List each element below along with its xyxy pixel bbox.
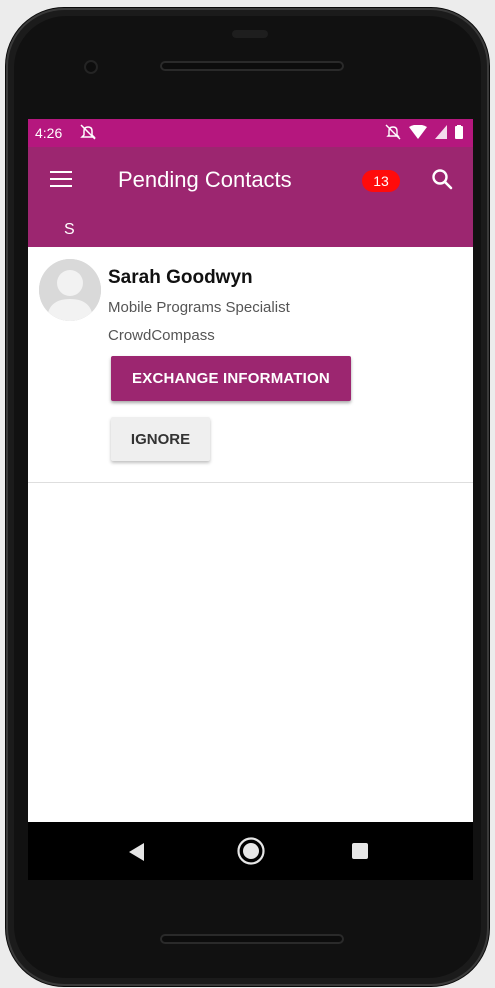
avatar: [39, 259, 101, 321]
exchange-information-button[interactable]: EXCHANGE INFORMATION: [111, 356, 351, 401]
ignore-button[interactable]: IGNORE: [111, 417, 210, 461]
contact-company: CrowdCompass: [108, 327, 215, 344]
wifi-icon: [409, 124, 427, 142]
do-not-disturb-icon: [385, 124, 401, 143]
bottom-speaker: [160, 934, 344, 944]
search-icon[interactable]: [430, 167, 456, 193]
cellular-signal-icon: [435, 125, 447, 142]
status-bar: 4:26: [28, 119, 473, 147]
contact-name: Sarah Goodwyn: [108, 267, 253, 288]
top-sensor: [232, 30, 268, 38]
pending-count-badge: 13: [362, 170, 400, 192]
home-circle-icon[interactable]: [236, 836, 266, 871]
status-time: 4:26: [35, 125, 63, 141]
status-icons: [385, 124, 463, 143]
section-header-letter: S: [64, 221, 75, 238]
recent-apps-square-icon[interactable]: [352, 843, 368, 859]
page-title: Pending Contacts: [118, 167, 292, 192]
android-nav-bar: [28, 822, 473, 880]
battery-icon: [455, 125, 463, 142]
earpiece-speaker: [160, 61, 344, 71]
phone-screen: 4:26 Pending Contacts 13 S Sarah Goodwyn…: [28, 119, 473, 880]
hamburger-menu-icon[interactable]: [50, 171, 74, 193]
front-camera: [84, 60, 98, 74]
contact-role: Mobile Programs Specialist: [108, 299, 290, 316]
back-triangle-icon[interactable]: [128, 842, 146, 867]
contact-card: Sarah Goodwyn Mobile Programs Specialist…: [28, 247, 473, 483]
notifications-off-icon: [80, 123, 96, 144]
app-bar: Pending Contacts 13 S: [28, 147, 473, 247]
